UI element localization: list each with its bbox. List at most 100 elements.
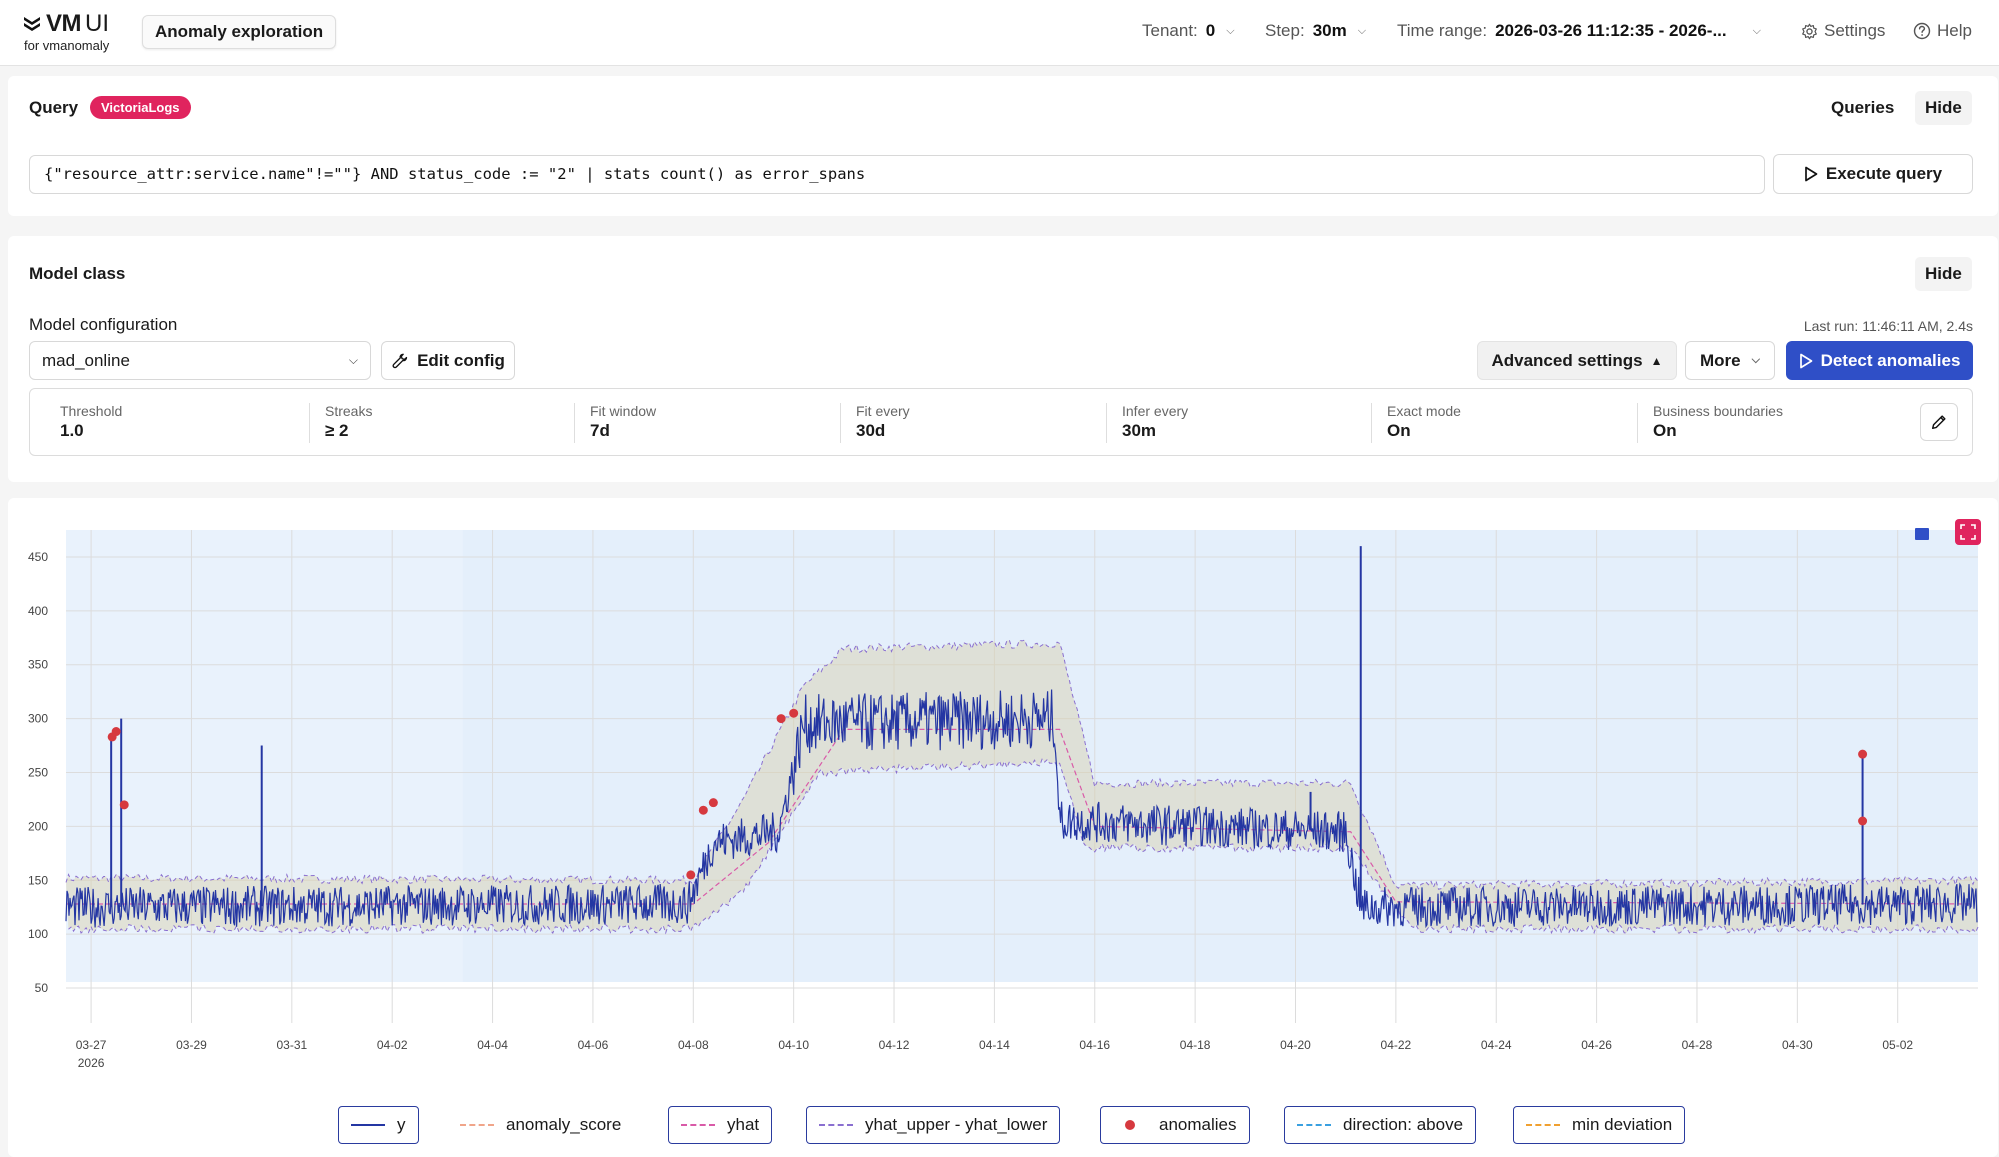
time-range-label: Time range: xyxy=(1397,21,1488,40)
param-fit-window: Fit window 7d xyxy=(590,403,656,445)
divider xyxy=(1637,403,1638,443)
chevron-down-icon: ⌵ xyxy=(1752,24,1761,37)
legend-item-yhat[interactable]: yhat xyxy=(668,1106,773,1144)
legend-item-min-deviation[interactable]: min deviation xyxy=(1513,1106,1686,1144)
queries-button[interactable]: Queries xyxy=(1821,91,1904,125)
anomaly-point xyxy=(686,870,696,880)
param-value: 30m xyxy=(1122,421,1157,440)
divider xyxy=(574,403,575,443)
detect-anomalies-label: Detect anomalies xyxy=(1820,350,1961,370)
tenant-select[interactable]: Tenant: 0 ⌵ xyxy=(1142,21,1235,41)
chart-stats-icon[interactable] xyxy=(1908,498,1934,524)
tenant-label: Tenant: xyxy=(1142,21,1198,40)
legend-item-direction-above[interactable]: direction: above xyxy=(1284,1106,1477,1144)
divider xyxy=(1106,403,1107,443)
param-infer-every: Infer every 30m xyxy=(1122,403,1188,445)
legend-item-band[interactable]: yhat_upper - yhat_lower xyxy=(806,1106,1061,1144)
x-tick-label: 04-26 xyxy=(1581,1038,1612,1052)
x-tick-label: 04-06 xyxy=(578,1038,609,1052)
fullscreen-icon[interactable] xyxy=(1955,519,1981,545)
x-tick-label: 04-18 xyxy=(1180,1038,1211,1052)
param-label: Fit window xyxy=(590,403,657,419)
help-circle-icon xyxy=(1913,22,1931,40)
divider xyxy=(1371,403,1372,443)
param-value: 7d xyxy=(590,421,610,440)
vmui-logo[interactable]: VM UI for vmanomaly xyxy=(22,10,109,53)
edit-params-button[interactable] xyxy=(1920,403,1958,441)
time-range-select[interactable]: Time range: 2026-03-26 11:12:35 - 2026-.… xyxy=(1397,21,1761,41)
param-business-boundaries: Business boundaries On xyxy=(1653,403,1783,445)
legend-label: direction: above xyxy=(1343,1115,1464,1134)
model-hide-button[interactable]: Hide xyxy=(1915,257,1972,291)
x-tick-label: 04-20 xyxy=(1280,1038,1311,1052)
param-value: On xyxy=(1653,421,1677,440)
play-icon xyxy=(1805,166,1818,182)
legend-item-anomaly-score[interactable]: anomaly_score xyxy=(448,1106,633,1144)
model-config-label: Model configuration xyxy=(29,315,178,334)
query-input[interactable]: {"resource_attr:service.name"!=""} AND s… xyxy=(29,155,1765,194)
x-tick-label: 03-31 xyxy=(276,1038,307,1052)
param-threshold: Threshold 1.0 xyxy=(60,403,122,445)
tenant-value: 0 xyxy=(1205,21,1216,40)
param-label: Threshold xyxy=(60,403,123,419)
anomaly-point xyxy=(776,714,786,724)
y-tick-label: 400 xyxy=(28,604,48,618)
param-label: Business boundaries xyxy=(1653,403,1783,419)
param-value: 30d xyxy=(856,421,886,440)
settings-button[interactable]: Settings xyxy=(1801,21,1885,41)
legend-swatch xyxy=(681,1124,715,1126)
param-streaks: Streaks ≥ 2 xyxy=(325,403,372,445)
query-title: Query xyxy=(29,98,79,117)
chevron-down-icon: ⌵ xyxy=(1226,24,1235,37)
last-run-status: Last run: 11:46:11 AM, 2.4s xyxy=(1803,318,1973,334)
y-tick-label: 200 xyxy=(28,819,48,833)
wrench-icon xyxy=(392,353,408,368)
model-select-value: mad_online xyxy=(42,351,130,370)
victoria-logo-icon xyxy=(24,17,40,31)
advanced-settings-button[interactable]: Advanced settings ▲ xyxy=(1477,341,1677,380)
y-tick-label: 150 xyxy=(28,873,48,887)
anomaly-point xyxy=(789,708,799,718)
edit-config-label: Edit config xyxy=(417,350,505,370)
divider xyxy=(840,403,841,443)
x-tick-label: 05-02 xyxy=(1882,1038,1913,1052)
play-icon xyxy=(1799,353,1812,368)
anomaly-chart[interactable]: 50 100 150 200 250 300 350 400 450 03-27 2026 03-29… xyxy=(8,498,1998,1098)
legend-swatch xyxy=(819,1124,853,1126)
edit-config-button[interactable]: Edit config xyxy=(381,341,515,380)
y-tick-label: 300 xyxy=(28,712,48,726)
x-tick-label: 03-27 xyxy=(76,1038,107,1052)
legend-label: yhat xyxy=(727,1115,760,1134)
help-button[interactable]: Help xyxy=(1913,21,1972,41)
execute-query-button[interactable]: Execute query xyxy=(1773,154,1973,194)
param-label: Streaks xyxy=(325,403,373,419)
legend-label: anomaly_score xyxy=(506,1115,622,1134)
more-button[interactable]: More ⌵ xyxy=(1685,341,1775,380)
model-select[interactable]: mad_online ⌵ xyxy=(29,341,371,380)
x-tick-label: 04-30 xyxy=(1782,1038,1813,1052)
x-tick-label: 04-16 xyxy=(1079,1038,1110,1052)
legend-swatch xyxy=(1125,1120,1135,1130)
legend-label: min deviation xyxy=(1572,1115,1673,1134)
step-value: 30m xyxy=(1312,21,1347,40)
legend-label: anomalies xyxy=(1159,1115,1237,1134)
x-tick-label: 04-04 xyxy=(477,1038,508,1052)
query-hide-button[interactable]: Hide xyxy=(1915,91,1972,125)
chevron-down-icon: ⌵ xyxy=(348,353,358,367)
model-panel: Model class Hide Model configuration Las… xyxy=(8,236,1998,482)
tab-anomaly-exploration[interactable]: Anomaly exploration xyxy=(142,15,337,49)
detect-anomalies-button[interactable]: Detect anomalies xyxy=(1786,341,1973,380)
chart-stats-icon[interactable] xyxy=(1915,528,1929,540)
step-label: Step: xyxy=(1265,21,1305,40)
legend-swatch xyxy=(1526,1124,1560,1126)
y-tick-label: 50 xyxy=(35,981,49,995)
legend-item-y[interactable]: y xyxy=(338,1106,419,1144)
x-tick-sublabel: 2026 xyxy=(78,1056,105,1070)
step-select[interactable]: Step: 30m ⌵ xyxy=(1265,21,1366,41)
legend-item-anomaly[interactable]: anomalies xyxy=(1100,1106,1250,1144)
legend-swatch xyxy=(351,1124,385,1126)
x-tick-label: 04-24 xyxy=(1481,1038,1512,1052)
logo-vm: VM xyxy=(46,10,82,37)
legend-label: y xyxy=(397,1115,406,1134)
anomaly-point xyxy=(708,798,718,808)
